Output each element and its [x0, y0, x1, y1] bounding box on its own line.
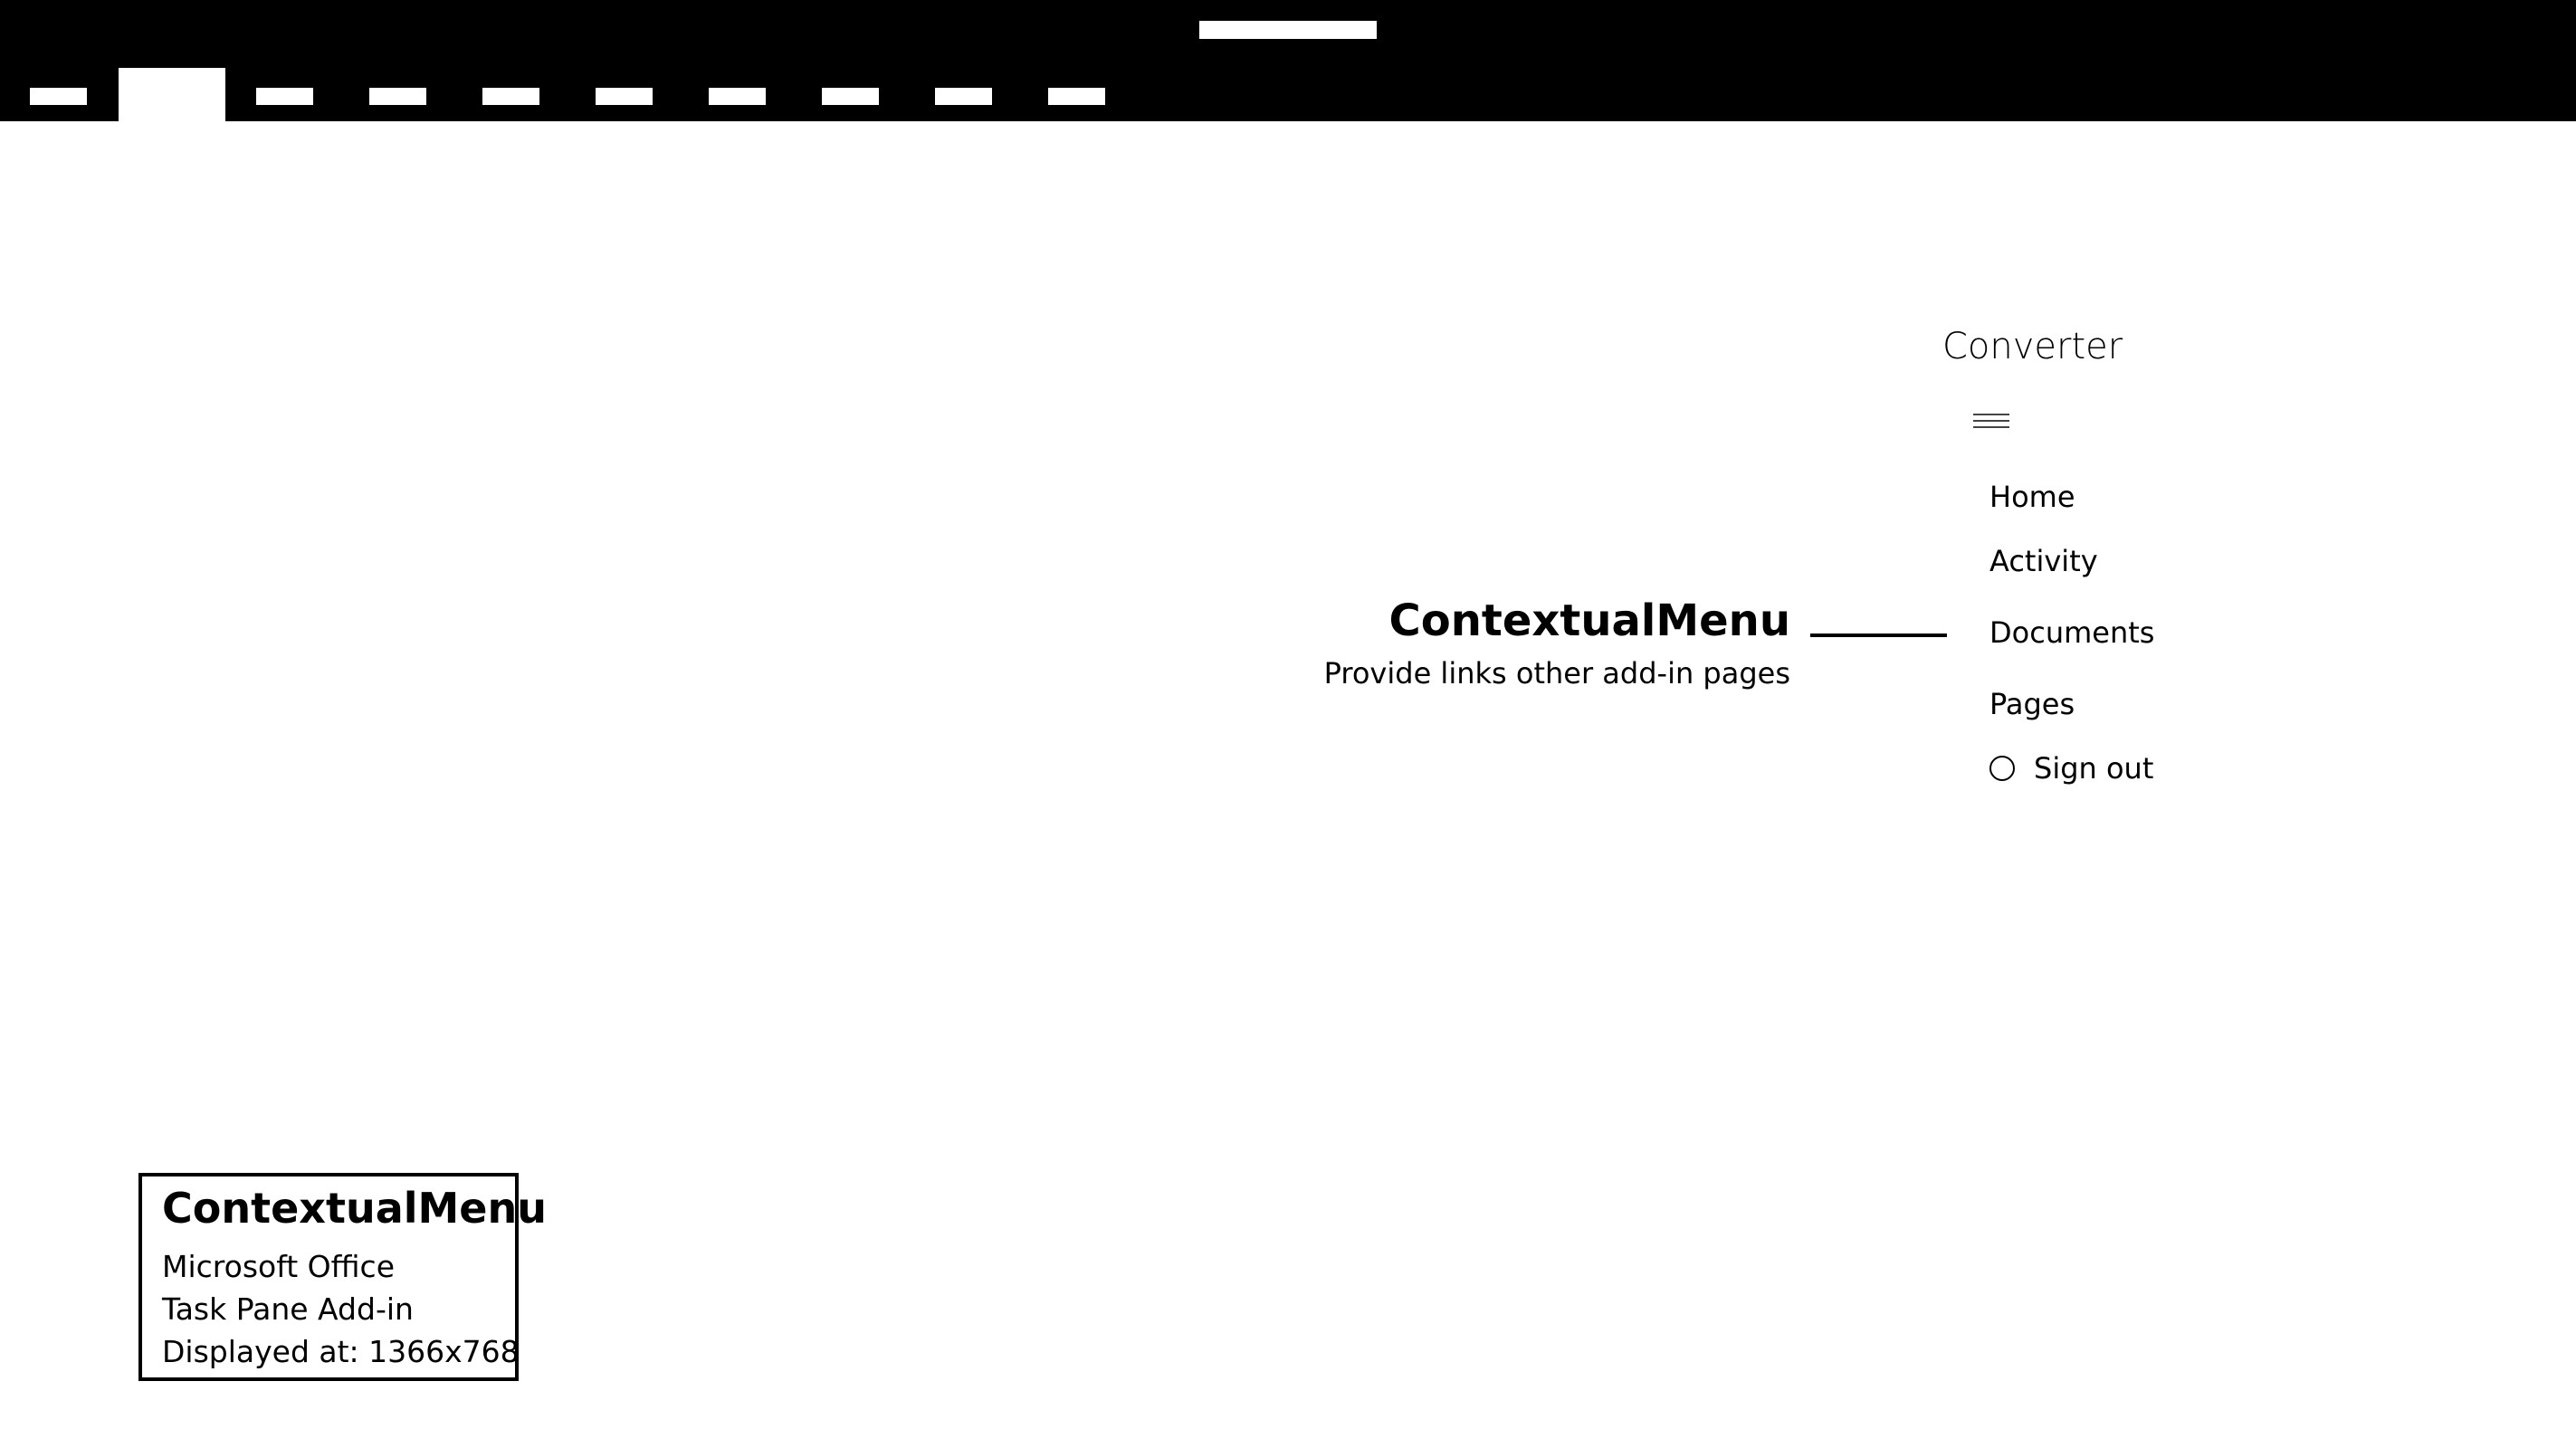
menu-item-pages[interactable]: Pages [1989, 690, 2075, 719]
ribbon-tab-placeholder[interactable] [1048, 88, 1105, 105]
ribbon-tab-placeholder[interactable] [256, 88, 313, 105]
sign-out-button[interactable]: Sign out [1989, 752, 2153, 785]
office-ribbon [0, 0, 2576, 121]
callout-description: Provide links other add-in pages [1323, 656, 1790, 691]
info-box-title: ContextualMenu [162, 1184, 547, 1233]
ribbon-tab-placeholder[interactable] [935, 88, 992, 105]
ribbon-tab-placeholder[interactable] [369, 88, 426, 105]
menu-item-activity[interactable]: Activity [1989, 547, 2098, 576]
ribbon-tab-placeholder[interactable] [30, 88, 87, 105]
menu-item-documents[interactable]: Documents [1989, 618, 2154, 647]
ribbon-tab-placeholder[interactable] [596, 88, 653, 105]
menu-item-home[interactable]: Home [1989, 482, 2075, 511]
sign-out-circle-icon [1989, 756, 2015, 781]
info-box-line-resolution: Displayed at: 1366x768 [162, 1334, 520, 1369]
sign-out-label: Sign out [2034, 751, 2154, 786]
ribbon-tab-active-placeholder[interactable] [119, 68, 225, 121]
ribbon-tab-placeholder[interactable] [482, 88, 539, 105]
ribbon-tab-placeholder[interactable] [709, 88, 766, 105]
wireframe-canvas: Converter Home Activity Documents Pages … [0, 0, 2576, 1448]
callout-title: ContextualMenu [1388, 595, 1790, 646]
hamburger-menu-icon[interactable] [1973, 410, 2009, 432]
task-pane-title: Converter [1942, 326, 2123, 367]
callout-connector-line [1810, 634, 1947, 637]
info-box: ContextualMenu Microsoft Office Task Pan… [138, 1173, 547, 1381]
window-title-placeholder [1199, 21, 1377, 39]
info-box-line-type: Task Pane Add-in [162, 1291, 414, 1327]
ribbon-tab-placeholder[interactable] [822, 88, 879, 105]
info-box-line-product: Microsoft Office [162, 1249, 395, 1284]
